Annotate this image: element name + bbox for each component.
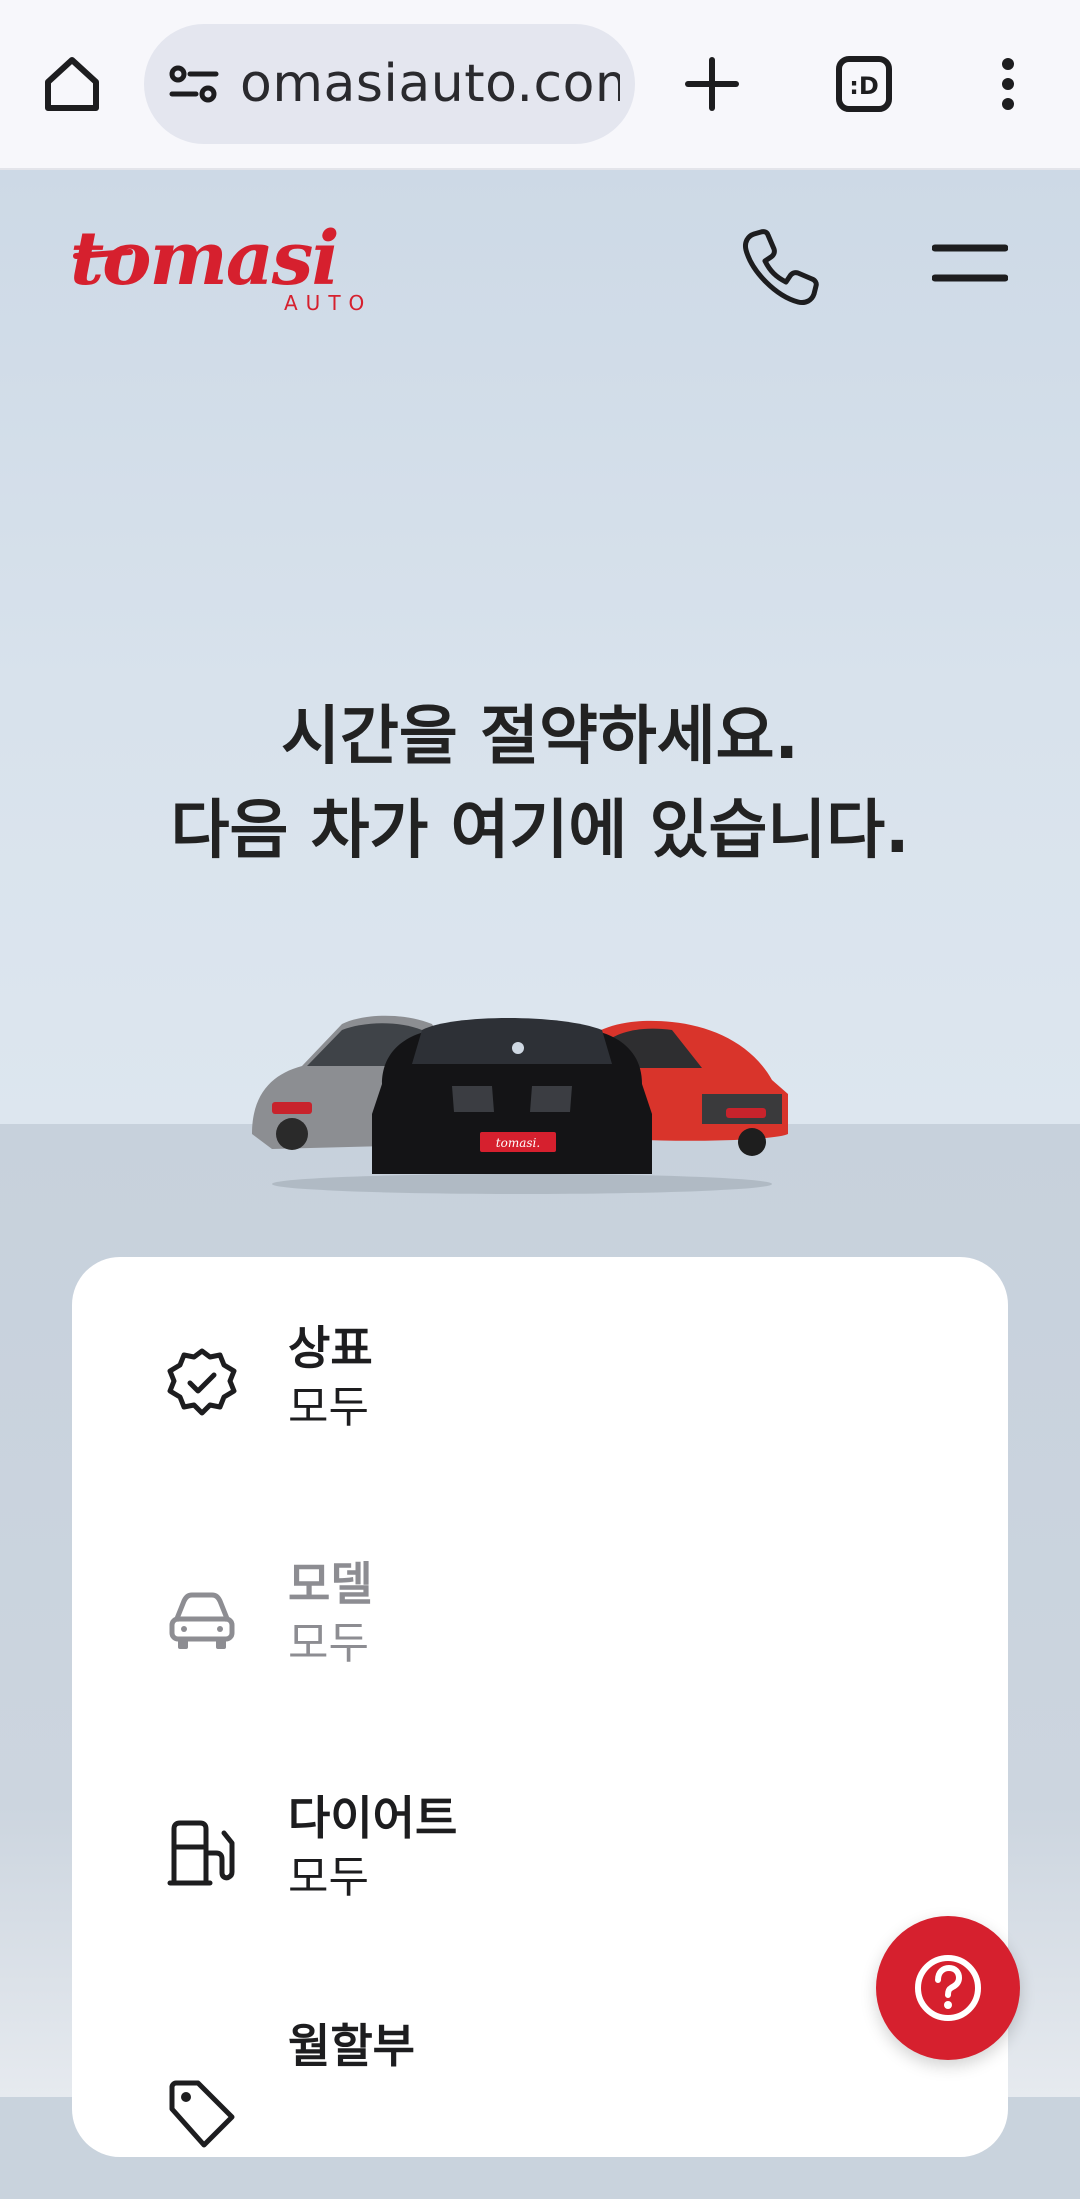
tab-switcher-icon[interactable]: :D <box>836 56 892 112</box>
filter-monthly-payment[interactable]: 월할부 <box>72 2019 1008 2199</box>
search-filter-card: 상표 모두 모델 모두 다이어트 모두 월할부 <box>72 1257 1008 2157</box>
cars-image: tomasi. <box>252 1015 788 1194</box>
headline-line-1: 시간을 절약하세요. <box>281 700 799 774</box>
question-circle-icon <box>915 1955 981 2021</box>
tomasi-logo[interactable]: tomasi AUTO <box>70 222 380 312</box>
address-bar[interactable]: omasiauto.com <box>144 24 635 144</box>
filter-fuel[interactable]: 다이어트 모두 <box>72 1783 1008 1963</box>
phone-icon[interactable] <box>740 226 822 308</box>
more-menu-icon[interactable] <box>990 56 1026 112</box>
badge-check-icon <box>167 1348 237 1416</box>
svg-text:tomasi: tomasi <box>70 222 338 302</box>
hamburger-menu-icon[interactable] <box>932 240 1008 290</box>
price-tag-icon <box>169 2080 235 2148</box>
filter-fuel-value: 모두 <box>288 1852 369 1903</box>
home-icon[interactable] <box>40 52 104 116</box>
svg-text:AUTO: AUTO <box>284 291 372 312</box>
new-tab-icon[interactable] <box>684 56 740 112</box>
filter-model-label: 모델 <box>288 1557 373 1611</box>
filter-brand-value: 모두 <box>288 1382 369 1433</box>
black-car: tomasi. <box>372 1018 652 1174</box>
license-plate-text: tomasi. <box>496 1136 540 1150</box>
help-button[interactable] <box>876 1916 1020 2060</box>
filter-model[interactable]: 모델 모두 <box>72 1549 1008 1729</box>
filter-brand[interactable]: 상표 모두 <box>72 1313 1008 1493</box>
browser-toolbar: omasiauto.com :D <box>0 0 1080 170</box>
tab-count: :D <box>849 72 879 100</box>
car-icon <box>169 1592 235 1649</box>
fuel-pump-icon <box>167 1820 235 1886</box>
headline-line-2: 다음 차가 여기에 있습니다. <box>170 794 910 868</box>
filter-fuel-label: 다이어트 <box>288 1791 458 1845</box>
hero-headline: 시간을 절약하세요. 다음 차가 여기에 있습니다. <box>0 690 1080 878</box>
url-text[interactable]: omasiauto.com <box>240 54 620 114</box>
filter-model-value: 모두 <box>288 1618 369 1669</box>
filter-brand-label: 상표 <box>288 1321 373 1375</box>
site-settings-icon[interactable] <box>168 60 220 108</box>
filter-monthly-payment-label: 월할부 <box>288 2019 415 2073</box>
hero-section: tomasi AUTO 시간을 절약하세요. 다음 차가 여기에 있습니다. <box>0 170 1080 1124</box>
